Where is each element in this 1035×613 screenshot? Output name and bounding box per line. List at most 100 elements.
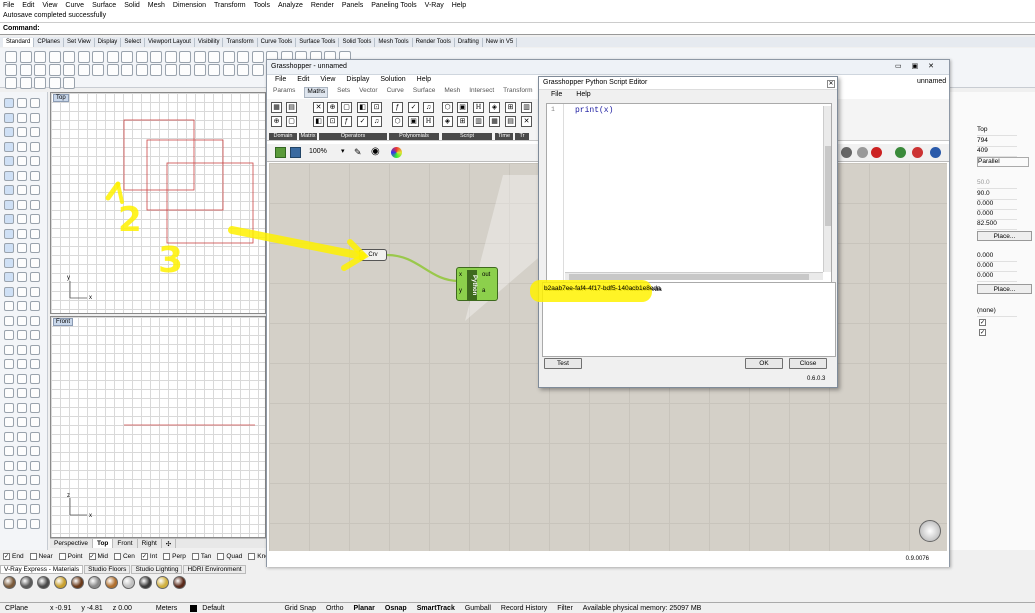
side-tool-icon[interactable] [30, 243, 40, 253]
python-menu-file[interactable]: File [551, 91, 562, 101]
side-tool-icon[interactable] [17, 402, 27, 413]
menu-item-dimension[interactable]: Dimension [173, 2, 206, 9]
side-tool-icon[interactable] [30, 112, 40, 123]
side-tool-icon[interactable] [30, 301, 40, 311]
blue-ball-icon[interactable] [930, 147, 941, 158]
toolbar-tab-display[interactable]: Display [95, 38, 122, 47]
gh-component-icon[interactable]: ◈ [489, 102, 500, 113]
toolbar-tab-cplanes[interactable]: CPlanes [34, 38, 65, 47]
osnap-mid[interactable]: ✓ Mid [88, 553, 108, 560]
toolbar-tab-drafting[interactable]: Drafting [455, 38, 483, 47]
toolbar-tool-icon[interactable] [106, 64, 119, 76]
side-tool-icon[interactable] [30, 330, 40, 340]
side-tool-icon[interactable] [17, 156, 27, 166]
osnap-checkbox[interactable] [58, 553, 66, 560]
toolbar-tab-set-view[interactable]: Set View [64, 38, 95, 47]
side-tool-icon[interactable] [4, 388, 14, 398]
toolbar-tool-icon[interactable] [164, 64, 177, 76]
side-tool-icon[interactable] [4, 402, 14, 413]
save-file-icon[interactable] [290, 147, 301, 158]
toolbar-tool-icon[interactable] [208, 64, 220, 76]
front-viewport[interactable]: Front x z [50, 316, 266, 538]
menu-item-file[interactable]: File [3, 2, 14, 9]
horizontal-scrollbar[interactable] [565, 272, 823, 280]
side-tool-icon[interactable] [4, 170, 14, 181]
side-tool-icon[interactable] [4, 315, 14, 326]
side-tool-icon[interactable] [4, 141, 14, 152]
side-tool-icon[interactable] [17, 185, 27, 195]
code-editor[interactable]: 1 print(x) [546, 103, 832, 283]
side-tool-icon[interactable] [17, 286, 27, 297]
menu-item-paneling-tools[interactable]: Paneling Tools [371, 2, 416, 9]
menu-item-solid[interactable]: Solid [124, 2, 140, 9]
gh-component-icon[interactable]: ⊕ [271, 116, 282, 127]
side-tool-icon[interactable] [30, 141, 40, 152]
material-swatch[interactable] [54, 576, 67, 589]
material-swatch[interactable] [156, 576, 169, 589]
side-tool-icon[interactable] [17, 518, 27, 529]
side-tool-icon[interactable] [4, 228, 14, 239]
side-tool-icon[interactable] [4, 185, 14, 195]
toolbar-tool-icon[interactable] [92, 64, 104, 76]
gh-component-icon[interactable]: ▢ [286, 116, 297, 127]
material-swatch[interactable] [139, 576, 152, 589]
osnap-checkbox[interactable] [248, 553, 256, 560]
green-preview-icon[interactable] [895, 147, 906, 158]
gh-menu-help[interactable]: Help [417, 76, 431, 86]
toolbar-tool-icon[interactable] [237, 51, 249, 63]
menu-item-panels[interactable]: Panels [342, 2, 363, 9]
osnap-checkbox[interactable]: ✓ [3, 553, 10, 560]
add-viewport-tab-icon[interactable]: ✣ [162, 539, 177, 548]
side-tool-icon[interactable] [30, 504, 40, 514]
side-tool-icon[interactable] [17, 388, 27, 398]
python-menu-help[interactable]: Help [576, 91, 590, 101]
side-tool-icon[interactable] [30, 185, 40, 195]
gh-component-icon[interactable]: ⬡ [392, 116, 403, 127]
gh-tab-transform[interactable]: Transform [503, 87, 532, 98]
prop-cam-x[interactable]: 0.000 [977, 200, 1017, 210]
toolbar-tool-icon[interactable] [222, 51, 235, 63]
gh-component-icon[interactable]: ▦ [489, 116, 500, 127]
side-tool-icon[interactable] [17, 301, 27, 311]
gh-component-icon[interactable]: ◈ [442, 116, 453, 127]
toolbar-tool-icon[interactable] [135, 51, 148, 63]
toolbar-tab-standard[interactable]: Standard [3, 38, 35, 47]
toolbar-tool-icon[interactable] [106, 51, 119, 63]
toolbar-tool-icon[interactable] [251, 64, 264, 76]
toolbar-tool-icon[interactable] [121, 51, 133, 63]
prop-tgt-y[interactable]: 0.000 [977, 262, 1017, 272]
toolbar-tool-icon[interactable] [5, 77, 17, 89]
side-tool-icon[interactable] [4, 98, 14, 108]
toolbar-tab-surface-tools[interactable]: Surface Tools [296, 38, 340, 47]
material-tab-v-ray-express-materials[interactable]: V-Ray Express - Materials [0, 565, 84, 574]
zoom-field[interactable]: 100% [309, 148, 327, 155]
toolbar-tool-icon[interactable] [237, 64, 249, 76]
side-tool-icon[interactable] [17, 315, 27, 326]
toolbar-tool-icon[interactable] [5, 64, 17, 76]
shaded-preview-icon[interactable] [857, 147, 868, 158]
status-cplane[interactable]: CPlane [0, 605, 33, 612]
osnap-checkbox[interactable] [163, 553, 171, 560]
gh-component-icon[interactable]: ✕ [521, 116, 532, 127]
toolbar-tool-icon[interactable] [34, 64, 46, 76]
side-tool-icon[interactable] [30, 170, 40, 181]
osnap-checkbox[interactable] [113, 553, 121, 560]
menu-item-analyze[interactable]: Analyze [278, 2, 303, 9]
side-tool-icon[interactable] [30, 286, 40, 297]
viewport-tab-front[interactable]: Front [113, 539, 138, 548]
side-tool-icon[interactable] [17, 272, 27, 282]
open-file-icon[interactable] [275, 147, 286, 158]
side-tool-icon[interactable] [30, 460, 40, 471]
side-tool-icon[interactable] [30, 98, 40, 108]
side-tool-icon[interactable] [30, 127, 40, 137]
toolbar-tool-icon[interactable] [121, 64, 133, 76]
menu-item-surface[interactable]: Surface [92, 2, 116, 9]
side-tool-icon[interactable] [17, 344, 27, 355]
gh-component-icon[interactable]: ℍ [423, 116, 434, 127]
toolbar-tool-icon[interactable] [135, 64, 148, 76]
toolbar-tool-icon[interactable] [193, 64, 206, 76]
place-camera-button[interactable]: Place... [977, 231, 1032, 241]
toolbar-tool-icon[interactable] [48, 77, 61, 89]
status-planar[interactable]: Planar [349, 605, 380, 612]
sphere-preview-icon[interactable] [841, 147, 852, 158]
